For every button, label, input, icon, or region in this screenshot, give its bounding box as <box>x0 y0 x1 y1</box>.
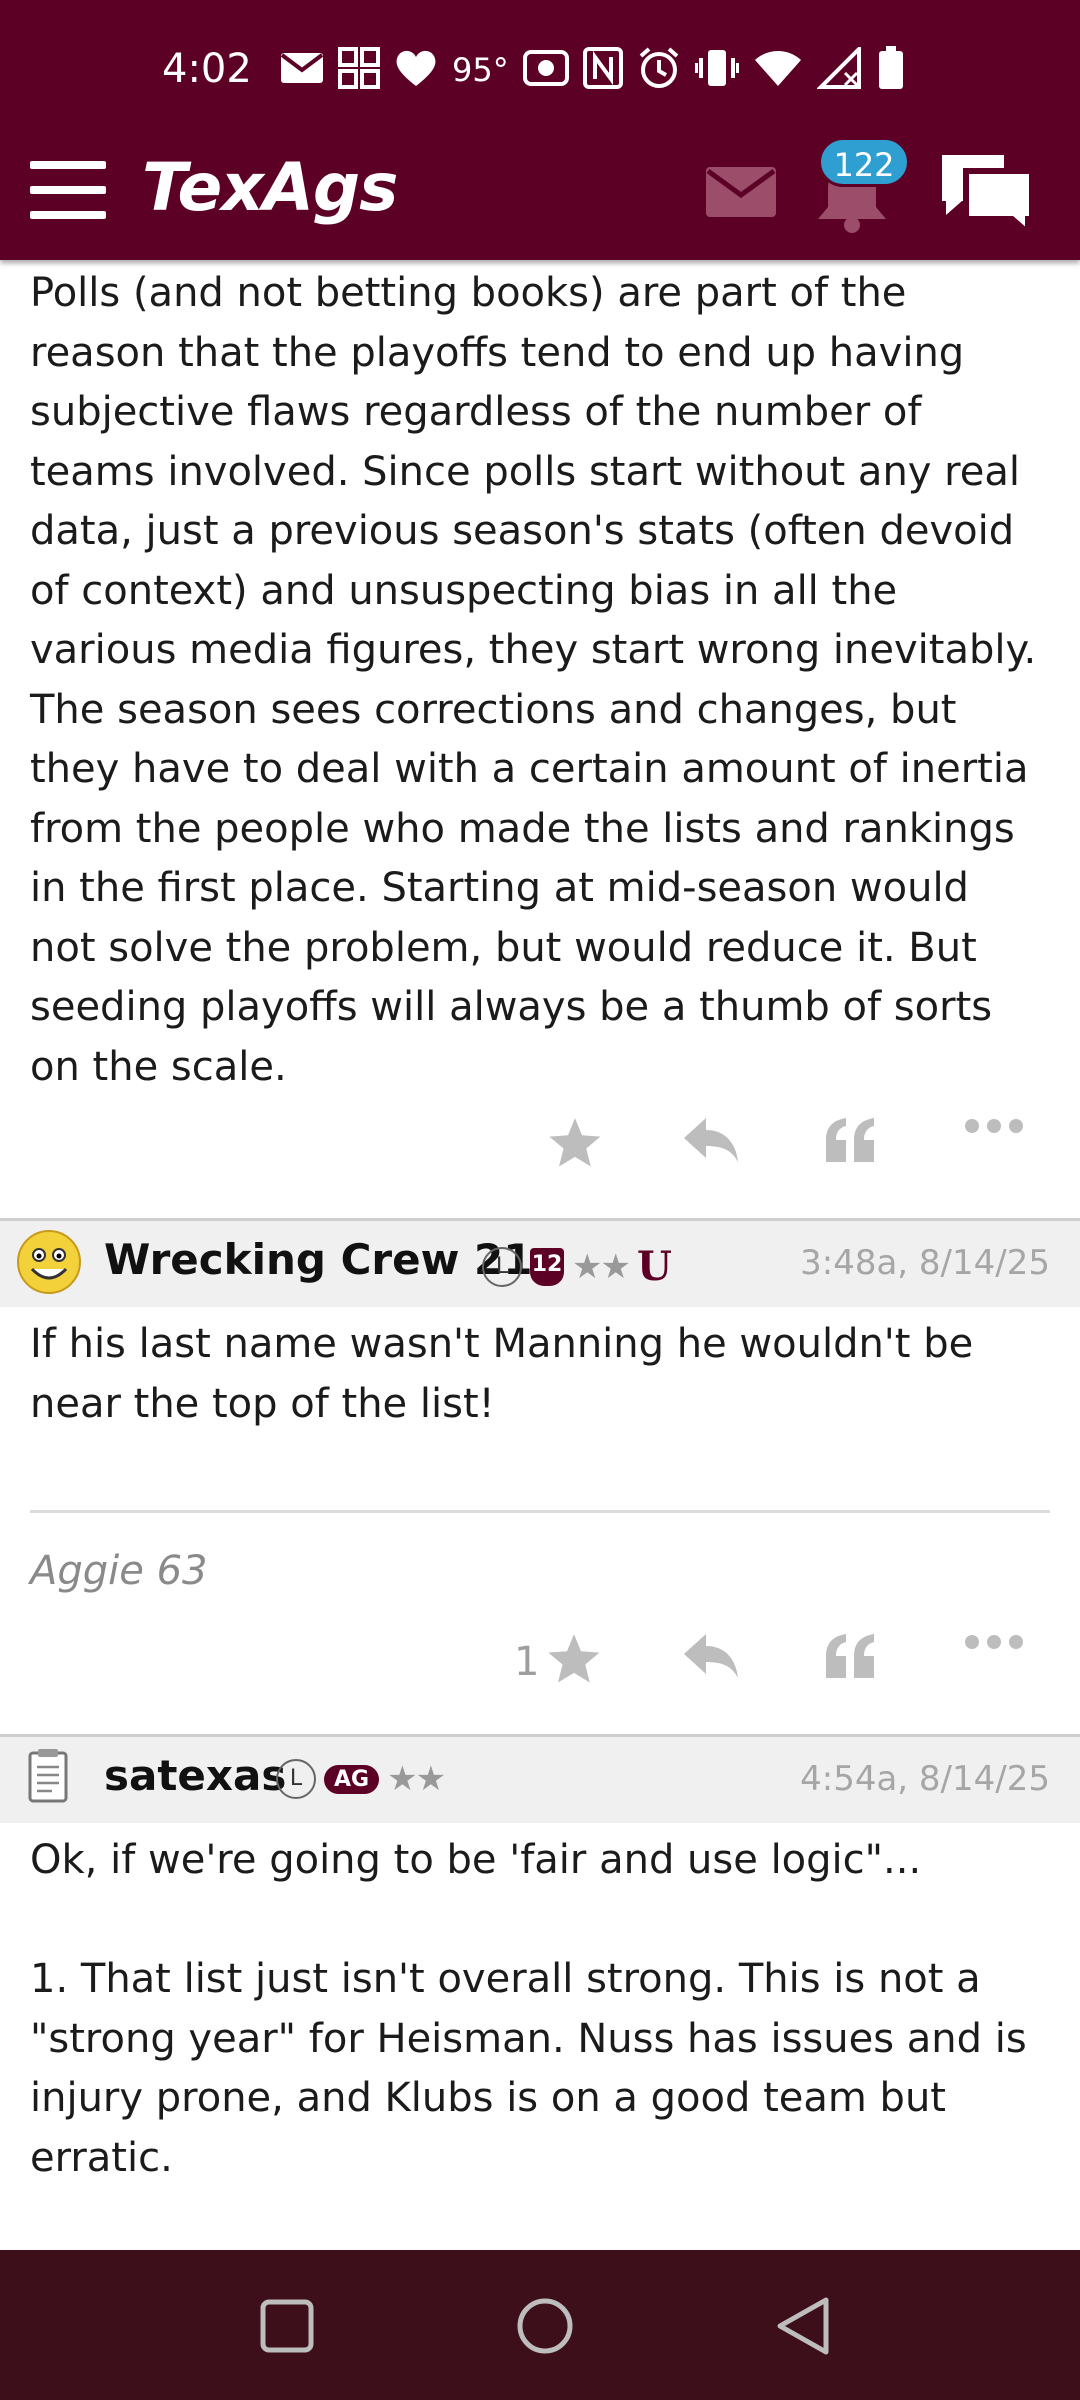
reply-icon[interactable] <box>684 1118 738 1162</box>
badge-l: L <box>482 1246 522 1287</box>
status-time: 4:02 <box>162 46 252 92</box>
badge-12: 12 <box>530 1247 564 1286</box>
star-count: 1 <box>514 1639 540 1685</box>
n-icon <box>582 47 623 93</box>
system-nav-bar <box>0 2250 1080 2400</box>
username[interactable]: satexas <box>104 1751 286 1800</box>
badge-stars: ★★ <box>572 1246 631 1287</box>
app-bar: TexAgs 122 <box>0 137 1080 260</box>
status-icons: 95° <box>280 44 905 94</box>
chat-icon[interactable] <box>936 149 1036 240</box>
more-icon[interactable] <box>964 1634 1024 1650</box>
texags-logo[interactable]: TexAgs <box>142 149 398 226</box>
star-icon <box>547 1634 601 1690</box>
badge-l: L <box>276 1759 316 1799</box>
recents-icon[interactable] <box>260 2299 314 2357</box>
badge-u: U <box>636 1243 672 1290</box>
reply-icon[interactable] <box>684 1634 738 1678</box>
mail-icon[interactable] <box>704 165 778 223</box>
post-actions <box>0 1118 1080 1188</box>
user-badges: L 12 ★★ U <box>482 1243 672 1290</box>
back-icon[interactable] <box>776 2296 830 2360</box>
badge-ag: AG <box>324 1764 380 1794</box>
heart-icon <box>394 48 438 92</box>
wifi-icon <box>753 48 803 92</box>
status-bar: 4:02 95° <box>0 0 1080 145</box>
post-header: satexas L AG ★★ 4:54a, 8/14/25 <box>0 1737 1080 1823</box>
more-icon[interactable] <box>964 1118 1024 1134</box>
username[interactable]: Wrecking Crew 21 <box>104 1235 533 1284</box>
notification-count-badge[interactable]: 122 <box>818 137 910 187</box>
signature-divider <box>30 1510 1050 1513</box>
home-icon[interactable] <box>516 2297 574 2359</box>
post-actions: 1 <box>0 1634 1080 1704</box>
post-body: If his last name wasn't Manning he would… <box>30 1321 974 1427</box>
notepad-avatar-icon[interactable] <box>26 1747 70 1807</box>
post-header: Wrecking Crew 21 L 12 ★★ U 3:48a, 8/14/2… <box>0 1221 1080 1307</box>
user-badges: L AG ★★ <box>276 1759 446 1799</box>
post-body: Ok, if we're going to be 'fair and use l… <box>30 1837 1027 2181</box>
nfc-icon <box>522 48 569 92</box>
menu-icon[interactable] <box>30 161 106 219</box>
badge-stars: ★★ <box>387 1759 446 1799</box>
grid-icon <box>338 47 380 93</box>
quote-icon[interactable] <box>826 1634 874 1678</box>
star-button[interactable]: 1 <box>514 1634 601 1690</box>
status-temperature: 95° <box>452 51 509 89</box>
mail-icon <box>280 52 324 88</box>
signal-icon <box>815 44 863 93</box>
post-timestamp[interactable]: 4:54a, 8/14/25 <box>800 1759 1050 1799</box>
vibrate-icon <box>693 46 740 94</box>
battery-icon <box>877 46 905 94</box>
star-icon[interactable] <box>548 1118 602 1170</box>
avatar[interactable] <box>16 1229 82 1299</box>
post-body: Polls (and not betting books) are part o… <box>30 270 1037 1090</box>
quote-icon[interactable] <box>826 1118 874 1162</box>
alarm-icon <box>637 46 681 94</box>
post-signature: Aggie 63 <box>30 1548 208 1594</box>
post-timestamp[interactable]: 3:48a, 8/14/25 <box>800 1243 1050 1283</box>
